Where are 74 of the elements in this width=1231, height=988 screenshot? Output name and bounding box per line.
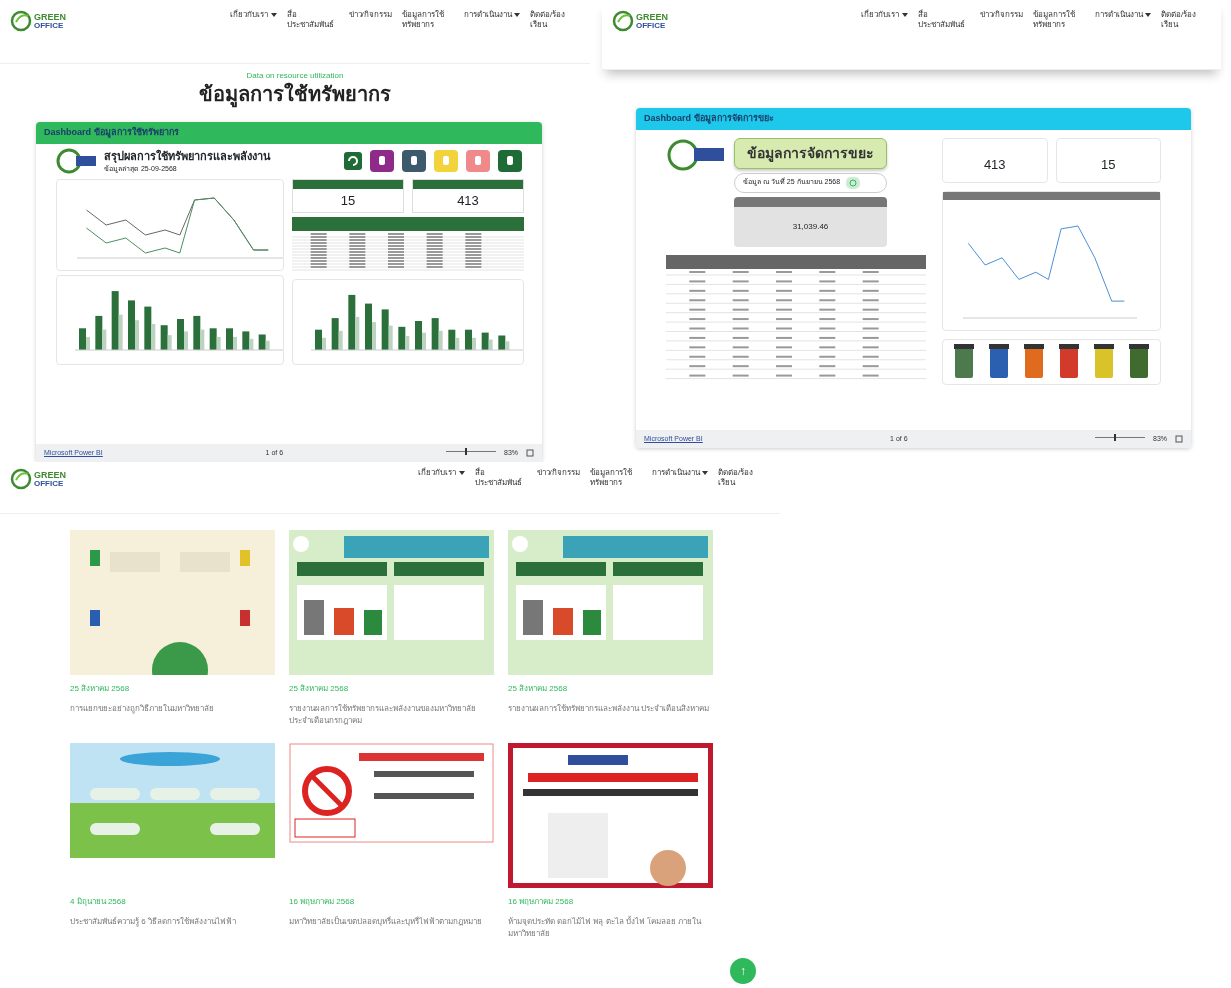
nav-tile-icon[interactable] — [466, 150, 490, 172]
caret-icon — [270, 12, 277, 17]
nav-link[interactable]: ติดต่อ/ร้องเรียน — [1161, 10, 1213, 31]
nav-link[interactable]: ข่าว/กิจกรรม — [536, 468, 580, 489]
total-value: 31,039.46 — [792, 221, 829, 231]
post-date: 4 มิถุนายน 2568 — [70, 896, 127, 908]
kpi-value: 15 — [1100, 155, 1117, 174]
logo[interactable]: GREEN OFFICE — [34, 470, 66, 488]
logo-icon — [666, 137, 726, 172]
page-heading: ข้อมูลการใช้ทรัพยากร — [0, 82, 590, 106]
report-title: ข้อมูลการจัดการขยะ — [734, 137, 887, 169]
kpi-value: 413 — [456, 191, 480, 210]
nav-link[interactable]: ข่าว/กิจกรรม — [979, 10, 1023, 31]
dropdown-link[interactable]: การดำเนินงาน — [463, 10, 520, 31]
slider-thumb[interactable] — [465, 448, 468, 456]
nav-link[interactable]: ติดต่อ/ร้องเรียน — [718, 468, 770, 489]
dropdown-link[interactable]: เกี่ยวกับเรา — [418, 468, 465, 489]
section-eyebrow: Data on resource utilization — [245, 70, 345, 82]
waste-bin-icon — [1093, 344, 1114, 380]
nav-tile-icon[interactable] — [498, 150, 522, 172]
post-excerpt[interactable]: รายงานผลการใช้ทรัพยากรและพลังงานของมหาวิทยาลัย ประจำเดือนกรกฎาคม — [289, 703, 494, 737]
nav-tile-icon[interactable] — [434, 150, 458, 172]
refresh-icon — [846, 176, 861, 189]
caret-icon — [1145, 12, 1151, 17]
kpi-value: 413 — [982, 155, 1007, 174]
post-date: 25 สิงหาคม 2568 — [508, 683, 569, 695]
post-date: 16 พฤษภาคม 2568 — [289, 896, 356, 908]
nav-link[interactable]: สื่อประชาสัมพันธ์ — [474, 468, 527, 489]
card-title: Dashboard ข้อมูลการจัดการขยะ — [644, 113, 774, 123]
logo-icon — [612, 10, 634, 32]
nav-link[interactable]: ข้อมูลการใช้ทรัพยากร — [401, 10, 454, 31]
waste-bin-icon — [989, 344, 1010, 380]
waste-bin-icon — [954, 344, 975, 380]
post-excerpt[interactable]: การแยกขยะอย่างถูกวิธีภายในมหาวิทยาลัย — [70, 703, 275, 737]
kpi-value: 15 — [339, 191, 357, 210]
caret-icon — [702, 470, 708, 475]
fullscreen-icon — [526, 448, 534, 457]
post-date: 16 พฤษภาคม 2568 — [508, 896, 575, 908]
post-excerpt[interactable]: มหาวิทยาลัยเป็นเขตปลอดบุหรี่และบุหรี่ไฟฟ้าตามกฎหมาย — [289, 916, 494, 950]
post-excerpt[interactable]: ห้ามจุดประทัด ดอกไม้ไฟ พลุ ตะไล บั้งไฟ โคมลอย ภายในมหาวิทยาลัย — [508, 916, 713, 950]
post-date: 25 สิงหาคม 2568 — [70, 683, 131, 695]
nav-link[interactable]: ติดต่อ/ร้องเรียน — [530, 10, 582, 31]
nav-link[interactable]: สื่อประชาสัมพันธ์ — [286, 10, 339, 31]
dropdown-link[interactable]: การดำเนินงาน — [651, 468, 708, 489]
logo[interactable]: GREEN OFFICE — [34, 12, 66, 30]
caret-icon — [514, 12, 520, 17]
zoom-slider[interactable] — [446, 451, 496, 458]
dropdown-link[interactable]: เกี่ยวกับเรา — [861, 10, 908, 31]
zoom-slider[interactable] — [1095, 437, 1145, 444]
fullscreen-icon — [1175, 434, 1183, 443]
dropdown-link[interactable]: เกี่ยวกับเรา — [230, 10, 277, 31]
refresh-icon — [344, 152, 362, 170]
card-title: Dashboard ข้อมูลการใช้ทรัพยากร — [44, 127, 179, 137]
caret-icon — [901, 12, 908, 17]
nav-link[interactable]: ข่าว/กิจกรรม — [348, 10, 392, 31]
caret-icon — [458, 470, 465, 475]
report-title: สรุปผลการใช้ทรัพยากรและพลังงาน — [104, 148, 272, 164]
logo-icon — [10, 468, 32, 490]
logo-icon — [10, 10, 32, 32]
nav-link[interactable]: ข้อมูลการใช้ทรัพยากร — [589, 468, 642, 489]
waste-bin-icon — [1128, 344, 1149, 380]
nav-tile-icon[interactable] — [370, 150, 394, 172]
dropdown-link[interactable]: การดำเนินงาน — [1094, 10, 1151, 31]
slider-thumb[interactable] — [1114, 434, 1117, 442]
logo-icon — [56, 148, 96, 174]
logo[interactable]: GREEN OFFICE — [636, 12, 668, 30]
nav-link[interactable]: ข้อมูลการใช้ทรัพยากร — [1032, 10, 1085, 31]
nav-tile-icon[interactable] — [402, 150, 426, 172]
post-date: 25 สิงหาคม 2568 — [289, 683, 350, 695]
waste-bin-icon — [1024, 344, 1045, 380]
nav-link[interactable]: สื่อประชาสัมพันธ์ — [917, 10, 970, 31]
post-excerpt[interactable]: รายงานผลการใช้ทรัพยากรและพลังงาน ประจำเดือนสิงหาคม — [508, 703, 713, 737]
post-excerpt[interactable]: ประชาสัมพันธ์ความรู้ 6 วิธีลดการใช้พลังงานไฟฟ้า — [70, 916, 275, 950]
waste-bin-icon — [1058, 344, 1079, 380]
